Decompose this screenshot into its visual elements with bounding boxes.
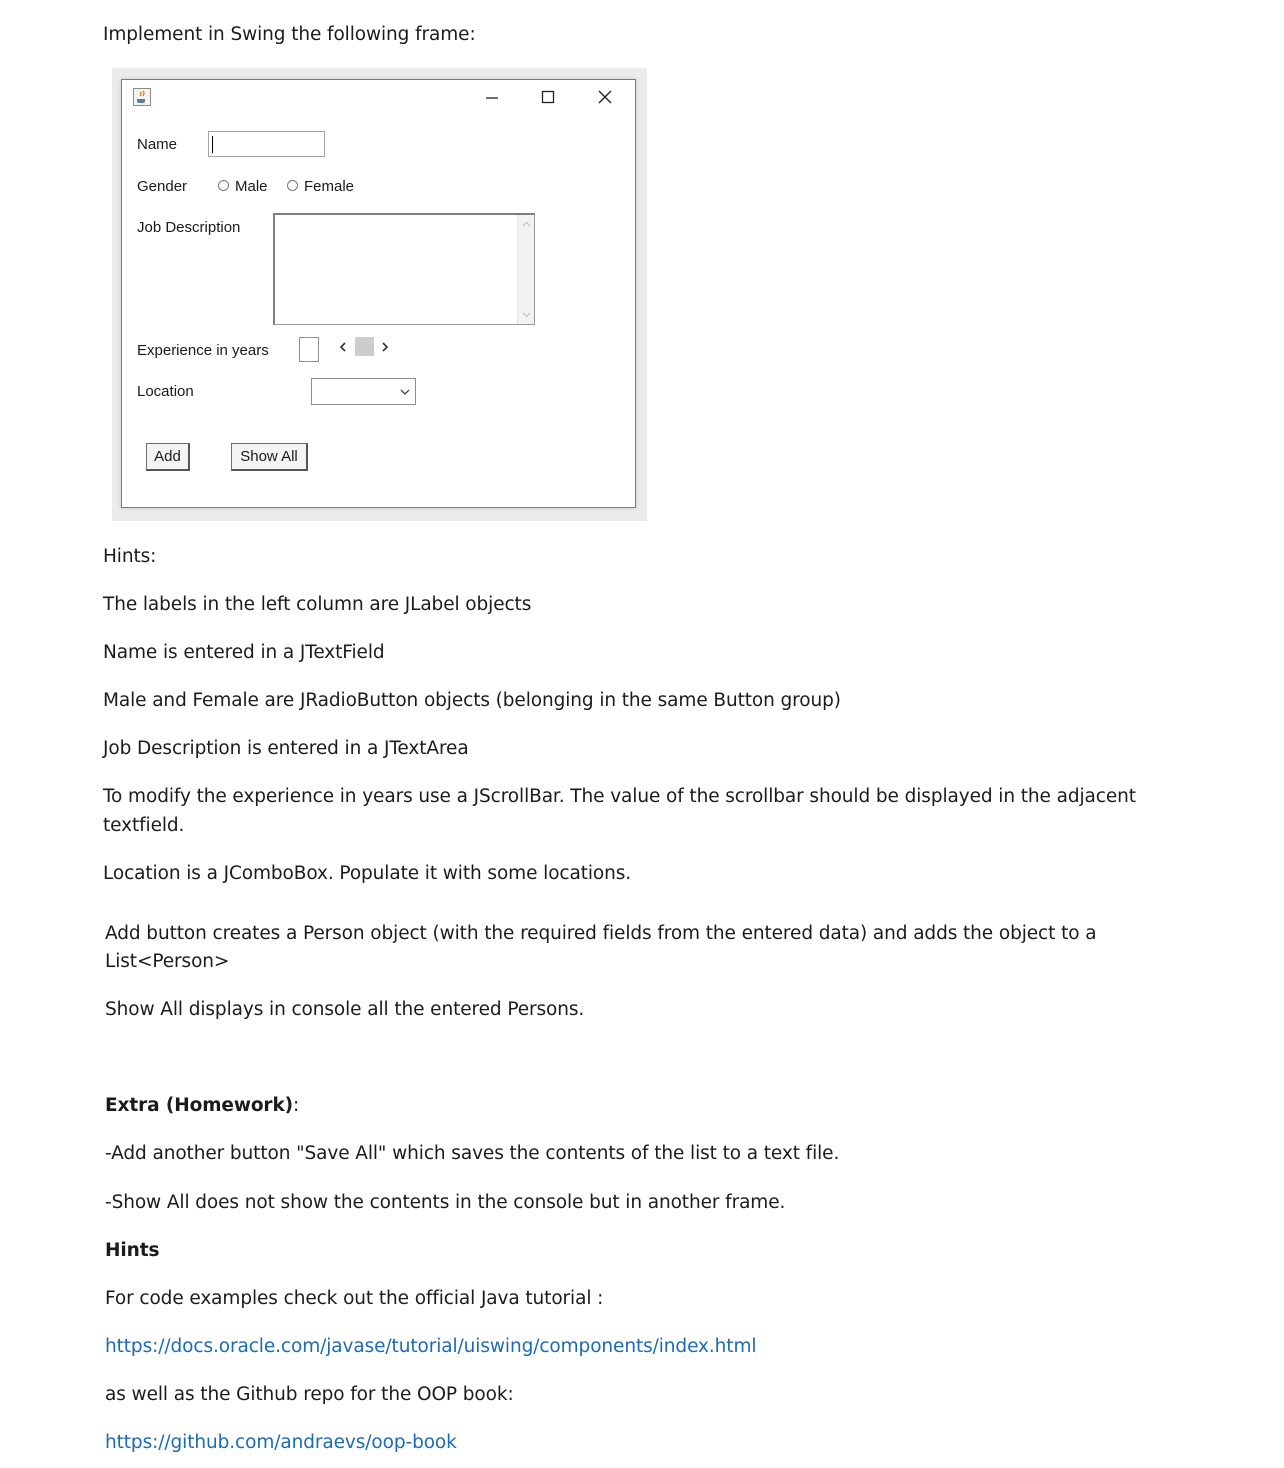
experience-field[interactable] — [299, 337, 319, 362]
hint-jtextfield: Name is entered in a JTextField — [103, 642, 385, 663]
github-link[interactable]: https://github.com/andraevs/oop-book — [105, 1432, 457, 1453]
hint-jscrollbar-continued: textfield. — [103, 815, 185, 836]
maximize-icon[interactable] — [528, 84, 568, 110]
experience-scrollbar[interactable] — [334, 336, 396, 357]
female-radio-label[interactable]: Female — [304, 178, 354, 195]
show-all-description: Show All displays in console all the ent… — [105, 999, 585, 1020]
github-link-line: https://github.com/andraevs/oop-book — [105, 1429, 457, 1457]
add-button-description-continued: List<Person> — [105, 951, 230, 972]
java-cup-icon — [133, 88, 151, 106]
textarea-vertical-scrollbar[interactable] — [517, 215, 534, 324]
extra-show-all-frame: -Show All does not show the contents in … — [105, 1192, 786, 1213]
name-label: Name — [137, 136, 178, 153]
swing-frame-screenshot: Name Gender Male Female Job Description … — [112, 68, 647, 521]
hints-heading-bold: Hints — [105, 1240, 160, 1261]
extra-save-all: -Add another button "Save All" which sav… — [105, 1143, 840, 1164]
scroll-up-icon[interactable] — [522, 221, 531, 227]
github-text: as well as the Github repo for the OOP b… — [105, 1384, 514, 1405]
scroll-left-icon[interactable] — [334, 336, 352, 357]
location-combobox[interactable] — [311, 378, 416, 405]
hint-jlabel: The labels in the left column are JLabel… — [103, 594, 532, 615]
female-radio[interactable] — [287, 180, 298, 191]
extra-heading-colon: : — [293, 1095, 300, 1116]
chevron-down-icon[interactable] — [398, 386, 412, 398]
swing-frame: Name Gender Male Female Job Description … — [121, 79, 636, 508]
male-radio-label[interactable]: Male — [235, 178, 268, 195]
tutorial-link[interactable]: https://docs.oracle.com/javase/tutorial/… — [105, 1336, 757, 1357]
job-description-label: Job Description — [137, 219, 241, 236]
intro-text: Implement in Swing the following frame: — [103, 24, 476, 45]
close-icon[interactable] — [585, 84, 625, 110]
extra-heading: Extra (Homework): — [105, 1092, 299, 1120]
add-button[interactable]: Add — [146, 443, 190, 471]
scroll-down-icon[interactable] — [522, 312, 531, 318]
job-description-textarea[interactable] — [273, 213, 535, 325]
hint-jcombobox: Location is a JComboBox. Populate it wit… — [103, 863, 632, 884]
hint-jradiobutton: Male and Female are JRadioButton objects… — [103, 690, 841, 711]
minimize-icon[interactable] — [472, 84, 512, 110]
hints-heading: Hints: — [103, 546, 157, 567]
show-all-button[interactable]: Show All — [231, 443, 308, 471]
name-field[interactable] — [208, 131, 325, 157]
male-radio[interactable] — [218, 180, 229, 191]
scroll-right-icon[interactable] — [376, 336, 394, 357]
location-label: Location — [137, 383, 194, 400]
tutorial-link-line: https://docs.oracle.com/javase/tutorial/… — [105, 1333, 757, 1361]
hint-jtextarea: Job Description is entered in a JTextAre… — [103, 738, 469, 759]
scrollbar-thumb[interactable] — [355, 337, 374, 356]
code-examples-text: For code examples check out the official… — [105, 1288, 604, 1309]
experience-label: Experience in years — [137, 342, 269, 359]
text-caret — [212, 136, 213, 153]
hint-jscrollbar: To modify the experience in years use a … — [103, 786, 1136, 807]
extra-heading-bold: Extra (Homework) — [105, 1095, 294, 1116]
gender-label: Gender — [137, 178, 188, 195]
add-button-description: Add button creates a Person object (with… — [105, 923, 1097, 944]
